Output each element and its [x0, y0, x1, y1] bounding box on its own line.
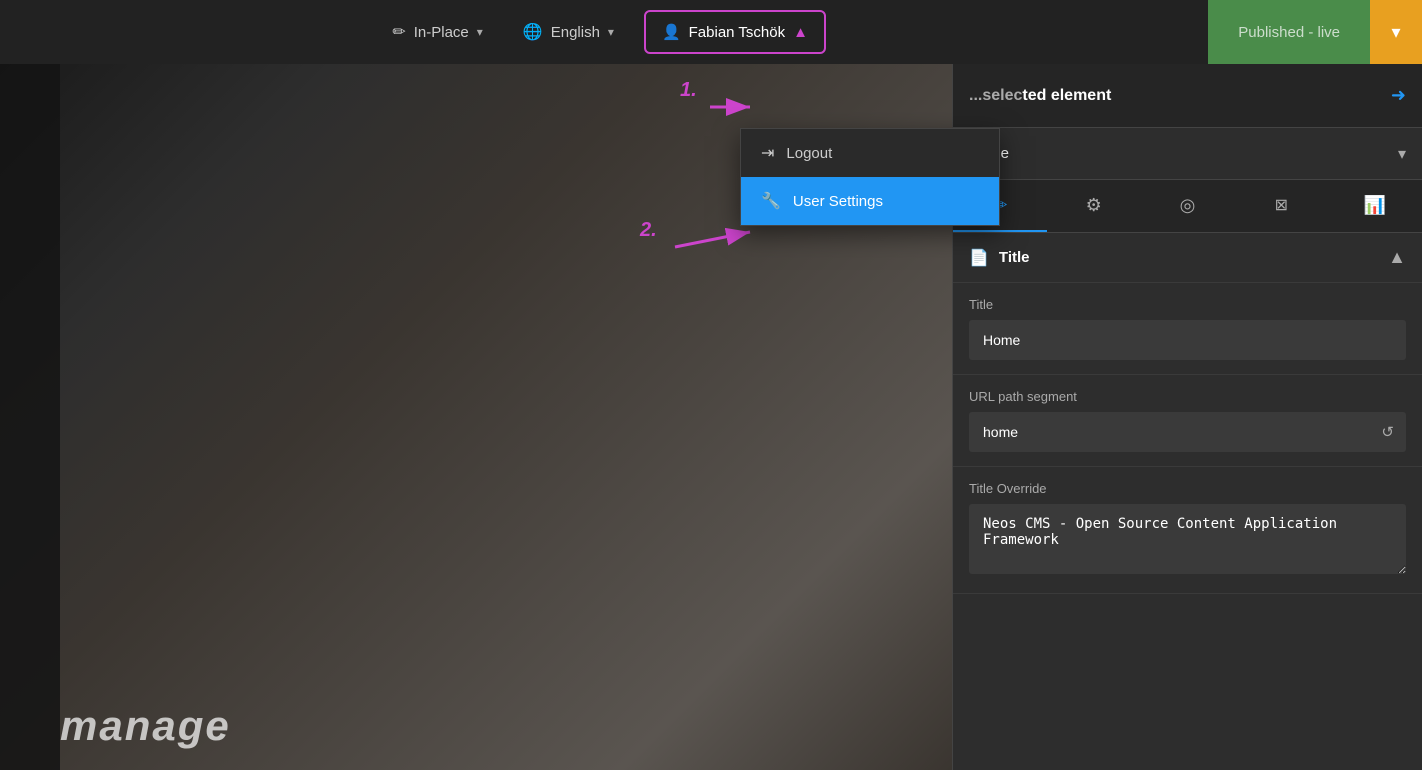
logout-label: Logout — [786, 145, 832, 162]
title-field-label: Title — [969, 297, 1406, 312]
user-settings-menu-item[interactable]: 🔧 User Settings — [741, 177, 999, 225]
section-title-text: Title — [999, 249, 1030, 266]
step-1-annotation: 1. — [680, 79, 697, 102]
url-path-field-label: URL path segment — [969, 389, 1406, 404]
panel-navigate-icon[interactable]: ➜ — [1391, 85, 1406, 106]
url-path-input[interactable] — [969, 412, 1406, 452]
crop-tab-icon: ⊠ — [1275, 195, 1288, 215]
chart-tab-icon: 📊 — [1364, 195, 1386, 216]
logout-icon: ⇥ — [761, 143, 774, 163]
tab-settings[interactable]: ⚙ — [1047, 180, 1141, 232]
tab-chart[interactable]: 📊 — [1328, 180, 1422, 232]
inplace-label: In-Place — [414, 24, 469, 41]
settings-tab-icon: ⚙ — [1086, 195, 1102, 216]
user-icon: 👤 — [662, 23, 681, 41]
published-label: Published - live — [1238, 24, 1340, 41]
panel-title-prefix: ...selec — [969, 87, 1022, 104]
user-menu-button[interactable]: 👤 Fabian Tschök ▲ — [644, 10, 826, 54]
right-panel-header: ...selected element ➜ — [953, 64, 1422, 128]
property-tabs: ✏ ⚙ ◎ ⊠ 📊 — [953, 180, 1422, 233]
language-label: English — [551, 24, 600, 41]
title-field-group: Title — [953, 283, 1422, 375]
logo-text: manage — [60, 702, 231, 750]
publish-dropdown-button[interactable]: ▾ — [1370, 0, 1422, 64]
dropdown-chevron-icon: ▾ — [1391, 22, 1400, 43]
user-dropdown-menu: ⇥ Logout 🔧 User Settings — [740, 128, 1000, 226]
top-bar: ✏ In-Place ▾ 🌐 English ▾ 👤 Fabian Tschök… — [0, 0, 1422, 64]
title-override-input[interactable]: Neos CMS - Open Source Content Applicati… — [969, 504, 1406, 574]
section-expand-icon[interactable]: ▲ — [1388, 247, 1406, 268]
published-status-button[interactable]: Published - live — [1208, 0, 1370, 64]
language-chevron-icon: ▾ — [608, 25, 614, 39]
language-icon: 🌐 — [523, 22, 543, 42]
page-selector-row: Home ▾ — [953, 128, 1422, 180]
left-sidebar — [0, 64, 60, 770]
title-input[interactable] — [969, 320, 1406, 360]
user-settings-label: User Settings — [793, 193, 883, 210]
url-path-field-group: URL path segment ↺ — [953, 375, 1422, 467]
title-override-field-label: Title Override — [969, 481, 1406, 496]
tab-target[interactable]: ◎ — [1141, 180, 1235, 232]
logout-menu-item[interactable]: ⇥ Logout — [741, 129, 999, 177]
user-menu-chevron-icon: ▲ — [793, 24, 808, 41]
content-area: manage 1. 2. ⇥ Logout — [0, 64, 1422, 770]
step-2-annotation: 2. — [640, 219, 657, 242]
inplace-chevron-icon: ▾ — [477, 25, 483, 39]
right-panel-title: ...selected element — [969, 87, 1111, 105]
page-selector-chevron-icon[interactable]: ▾ — [1398, 144, 1406, 164]
language-selector-button[interactable]: 🌐 English ▾ — [503, 0, 634, 64]
url-path-input-wrapper: ↺ — [969, 412, 1406, 452]
user-name-label: Fabian Tschök — [689, 24, 785, 41]
panel-title-text: ted element — [1022, 87, 1111, 104]
title-override-field-group: Title Override Neos CMS - Open Source Co… — [953, 467, 1422, 594]
refresh-icon[interactable]: ↺ — [1381, 423, 1394, 441]
properties-section: 📄 Title ▲ Title URL path segment ↺ — [953, 233, 1422, 770]
pencil-icon: ✏ — [392, 22, 405, 42]
wrench-icon: 🔧 — [761, 191, 781, 211]
section-title-header: 📄 Title ▲ — [953, 233, 1422, 283]
section-header-left: 📄 Title — [969, 248, 1030, 268]
document-icon: 📄 — [969, 248, 989, 268]
inplace-mode-button[interactable]: ✏ In-Place ▾ — [372, 0, 502, 64]
right-panel: ...selected element ➜ Home ▾ ✏ ⚙ ◎ ⊠ 📊 — [952, 64, 1422, 770]
top-bar-left: ✏ In-Place ▾ 🌐 English ▾ 👤 Fabian Tschök… — [0, 0, 1208, 64]
target-tab-icon: ◎ — [1180, 195, 1196, 216]
tab-crop[interactable]: ⊠ — [1234, 180, 1328, 232]
